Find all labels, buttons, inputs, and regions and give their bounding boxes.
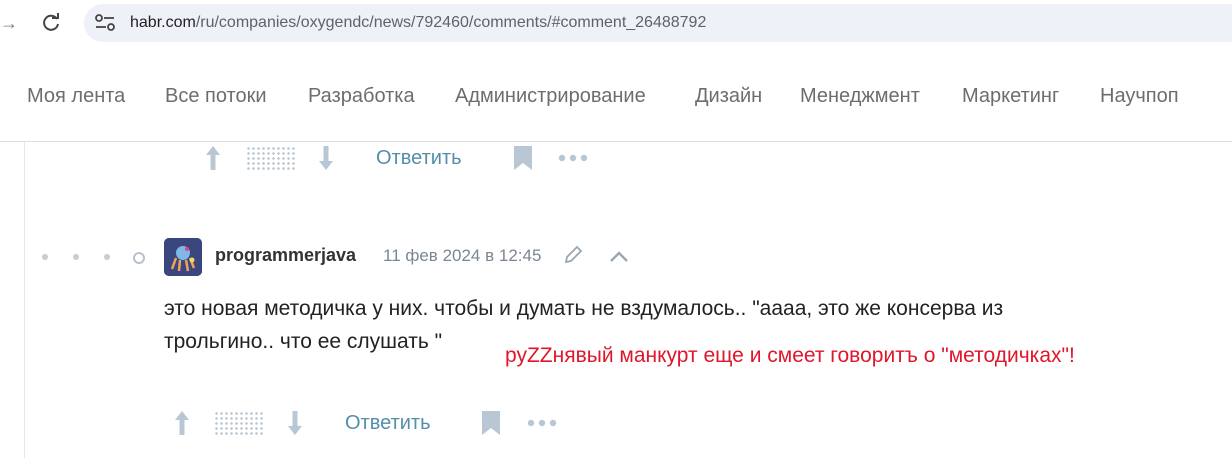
reply-link[interactable]: Ответить (376, 143, 462, 173)
nav-all-streams[interactable]: Все потоки (165, 85, 267, 108)
edit-icon (564, 245, 583, 264)
downvote-icon[interactable] (316, 143, 336, 173)
avatar[interactable] (164, 238, 202, 276)
url-path: /ru/companies/oxygendc/news/792460/comme… (195, 14, 707, 31)
thread-level-dot (73, 254, 79, 260)
red-annotation: руZZнявый манкурт еще и смеет говоритъ о… (505, 344, 1075, 367)
comment-author[interactable]: programmerjava (215, 245, 356, 266)
url-host: habr.com (130, 14, 196, 31)
downvote-icon[interactable] (285, 408, 305, 438)
comment-line: это новая методичка у них. чтобы и думат… (164, 297, 1004, 320)
more-icon[interactable] (557, 143, 589, 173)
thread-level-dot (104, 254, 110, 260)
address-bar[interactable]: habr.com/ru/companies/oxygendc/news/7924… (84, 4, 1232, 42)
upvote-icon[interactable] (203, 143, 223, 173)
comment-date[interactable]: 11 фев 2024 в 12:45 (383, 246, 541, 266)
nav-my-feed[interactable]: Моя лента (27, 85, 125, 108)
reply-link[interactable]: Ответить (345, 408, 431, 438)
nav-development[interactable]: Разработка (308, 85, 415, 108)
nav-marketing[interactable]: Маркетинг (962, 85, 1059, 108)
upvote-icon[interactable] (172, 408, 192, 438)
nav-design[interactable]: Дизайн (695, 85, 762, 108)
forward-icon[interactable]: → (0, 12, 18, 34)
comment-actions: Ответить (0, 408, 600, 438)
thread-level-dot (42, 254, 48, 260)
browser-toolbar: → habr.com/ru/companies/oxygendc/news/79… (0, 0, 1232, 47)
prev-comment-actions: Ответить (0, 143, 600, 173)
habr-nav: Моя лента Все потоки Разработка Админист… (0, 52, 1232, 142)
avatar-image-icon (164, 238, 202, 276)
nav-popsci[interactable]: Научпоп (1100, 85, 1179, 108)
score-hidden-icon (214, 411, 264, 435)
nav-administration[interactable]: Администрирование (455, 85, 646, 108)
bookmark-icon[interactable] (480, 408, 502, 438)
parent-comment-icon[interactable] (608, 246, 630, 266)
url-text[interactable]: habr.com/ru/companies/oxygendc/news/7924… (130, 4, 706, 42)
score-hidden-icon (246, 146, 296, 170)
thread-current-ring[interactable] (133, 252, 145, 264)
reload-icon[interactable] (39, 11, 63, 35)
bookmark-icon[interactable] (512, 143, 534, 173)
nav-management[interactable]: Менеджмент (800, 85, 920, 108)
more-icon[interactable] (526, 408, 558, 438)
site-info-icon[interactable] (94, 13, 116, 33)
